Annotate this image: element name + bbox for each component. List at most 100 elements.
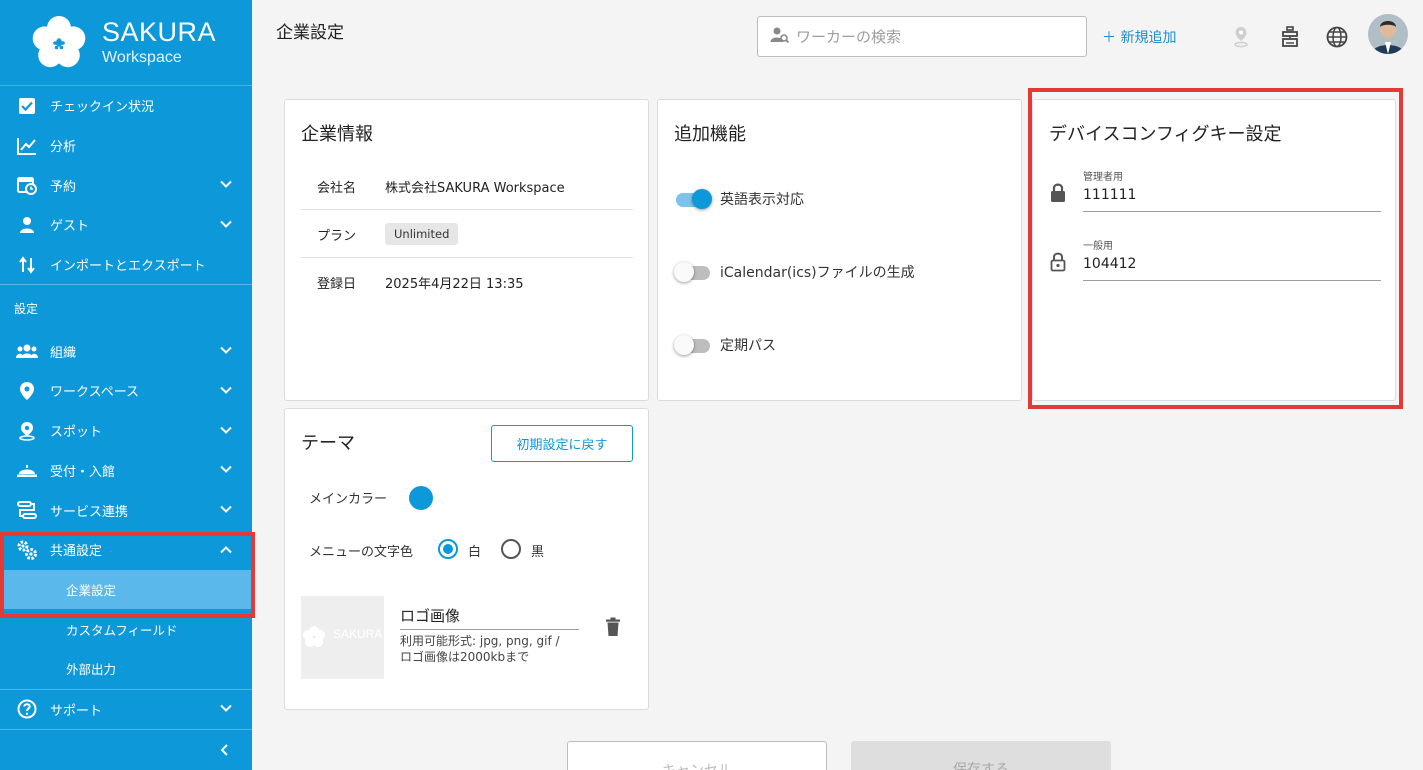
sidebar-item-reservations[interactable]: 予約 xyxy=(0,165,252,205)
sidebar-item-label: チェックイン状況 xyxy=(50,100,155,116)
company-info-title: 企業情報 xyxy=(301,124,373,145)
logo-watermark: SAKURA xyxy=(333,627,383,641)
logo-hint-formats: 利用可能形式: jpg, png, gif / xyxy=(400,634,560,648)
general-key-field[interactable]: 一般用 104412 xyxy=(1049,235,1381,285)
sidebar-item-label: インポートとエクスポート xyxy=(50,259,206,275)
sidebar-item-label: サービス連携 xyxy=(50,504,129,520)
english-display-label: 英語表示対応 xyxy=(720,192,804,208)
reset-defaults-button[interactable]: 初期設定に戻す xyxy=(491,425,633,462)
chevron-down-icon xyxy=(220,217,232,232)
chevron-down-icon xyxy=(220,463,232,478)
sidebar-subitem-company-settings[interactable]: 企業設定 xyxy=(0,569,252,610)
sidebar-item-label: 予約 xyxy=(50,179,77,195)
sidebar-item-label: 受付・入館 xyxy=(50,464,116,480)
chart-icon xyxy=(16,135,38,157)
sakura-logo-icon xyxy=(30,14,88,72)
registered-date-value: 2025年4月22日 13:35 xyxy=(385,277,524,292)
sidebar-item-guests[interactable]: ゲスト xyxy=(0,205,252,245)
brand[interactable]: SAKURA Workspace xyxy=(0,0,252,86)
features-card: 追加機能 英語表示対応 iCalendar(ics)ファイルの生成 定期パス xyxy=(657,99,1022,401)
icalendar-label: iCalendar(ics)ファイルの生成 xyxy=(720,265,915,281)
sidebar-item-reception[interactable]: 受付・入館 xyxy=(0,451,252,491)
chevron-up-icon xyxy=(220,542,232,557)
sidebar-item-integrations[interactable]: サービス連携 xyxy=(0,490,252,530)
main-color-swatch[interactable] xyxy=(409,486,433,510)
sidebar: SAKURA Workspace チェックイン状況 分析 予約 ゲスト インポー… xyxy=(0,0,252,770)
guest-icon xyxy=(16,214,38,236)
checkbox-icon xyxy=(16,95,38,117)
icalendar-toggle[interactable] xyxy=(674,262,710,282)
settings-section-label: 設定 xyxy=(14,301,39,316)
help-circle-icon xyxy=(16,698,38,720)
save-button[interactable]: 保存する xyxy=(851,741,1111,770)
globe-icon[interactable] xyxy=(1325,25,1349,49)
device-config-key-title: デバイスコンフィグキー設定 xyxy=(1049,124,1282,145)
sidebar-item-label: サポート xyxy=(50,703,103,719)
sidebar-item-organization[interactable]: 組織 xyxy=(0,331,252,371)
plan-badge: Unlimited xyxy=(385,223,459,245)
worker-search[interactable] xyxy=(757,16,1087,57)
plan-row: プラン Unlimited xyxy=(301,211,633,258)
general-key-value[interactable]: 104412 xyxy=(1083,256,1136,272)
sidebar-item-label: ワークスペース xyxy=(50,385,140,401)
reception-bell-icon xyxy=(16,459,38,481)
admin-key-label: 管理者用 xyxy=(1083,172,1123,183)
chevron-down-icon xyxy=(220,702,232,717)
logo-preview[interactable]: SAKURA xyxy=(301,596,384,679)
kiosk-icon[interactable] xyxy=(1278,25,1302,49)
sidebar-item-label: 分析 xyxy=(50,140,77,156)
chevron-down-icon xyxy=(220,503,232,518)
sidebar-subitem-custom-fields[interactable]: カスタムフィールド xyxy=(0,609,252,649)
sidebar-item-checkin[interactable]: チェックイン状況 xyxy=(0,86,252,126)
device-config-key-card: デバイスコンフィグキー設定 管理者用 111111 一般用 104412 xyxy=(1032,99,1396,401)
logo-image-title: ロゴ画像 xyxy=(400,607,461,625)
sidebar-subitem-external-output[interactable]: 外部出力 xyxy=(0,649,252,689)
sidebar-item-support[interactable]: サポート xyxy=(0,690,252,730)
cancel-button[interactable]: キャンセル xyxy=(567,741,827,770)
admin-key-value[interactable]: 111111 xyxy=(1083,187,1136,203)
company-info-card: 企業情報 会社名 株式会社SAKURA Workspace プラン Unlimi… xyxy=(284,99,649,401)
integration-icon xyxy=(16,499,38,521)
gears-icon xyxy=(16,539,38,561)
sidebar-item-label: ゲスト xyxy=(50,219,90,235)
sidebar-item-workspace[interactable]: ワークスペース xyxy=(0,371,252,411)
company-name-value: 株式会社SAKURA Workspace xyxy=(385,180,565,196)
radio-white[interactable] xyxy=(438,539,458,559)
logo-hint-size: ロゴ画像は2000kbまで xyxy=(400,650,530,664)
sidebar-item-label: スポット xyxy=(50,425,103,441)
location-icon[interactable] xyxy=(1229,25,1253,49)
main-color-label: メインカラー xyxy=(309,492,388,507)
general-key-label: 一般用 xyxy=(1083,241,1113,252)
lock-outline-icon xyxy=(1049,251,1067,277)
add-new-button[interactable]: ＋ 新規追加 xyxy=(1102,27,1176,47)
calendar-clock-icon xyxy=(16,174,38,196)
user-avatar[interactable] xyxy=(1368,14,1408,54)
location-pin-icon xyxy=(16,380,38,402)
menu-text-color-label: メニューの文字色 xyxy=(309,545,414,560)
chevron-down-icon xyxy=(220,383,232,398)
search-input[interactable] xyxy=(796,27,1066,46)
collapse-sidebar-button[interactable] xyxy=(0,730,252,770)
english-display-toggle[interactable] xyxy=(676,189,712,209)
trash-icon[interactable] xyxy=(605,617,621,641)
sidebar-item-common-settings[interactable]: 共通設定 xyxy=(0,530,252,570)
sidebar-item-label: 組織 xyxy=(50,345,77,361)
theme-card: テーマ 初期設定に戻す メインカラー メニューの文字色 白 黒 SAKURA ロ… xyxy=(284,408,649,710)
sidebar-item-import-export[interactable]: インポートとエクスポート xyxy=(0,245,252,285)
features-title: 追加機能 xyxy=(674,124,746,145)
registered-date-key: 登録日 xyxy=(317,277,357,292)
sidebar-item-analytics[interactable]: 分析 xyxy=(0,126,252,166)
people-icon xyxy=(16,340,38,362)
radio-black-label: 黒 xyxy=(531,545,545,560)
person-search-icon xyxy=(770,26,790,48)
lock-icon xyxy=(1049,182,1067,208)
sidebar-item-label: 共通設定 xyxy=(50,544,103,560)
company-name-key: 会社名 xyxy=(317,180,357,196)
chevron-down-icon xyxy=(220,178,232,193)
season-pass-toggle[interactable] xyxy=(674,335,710,355)
chevron-left-icon xyxy=(220,741,228,760)
radio-black[interactable] xyxy=(501,539,521,559)
admin-key-field[interactable]: 管理者用 111111 xyxy=(1049,166,1381,216)
registered-date-row: 登録日 2025年4月22日 13:35 xyxy=(301,259,633,306)
sidebar-item-spot[interactable]: スポット xyxy=(0,411,252,451)
